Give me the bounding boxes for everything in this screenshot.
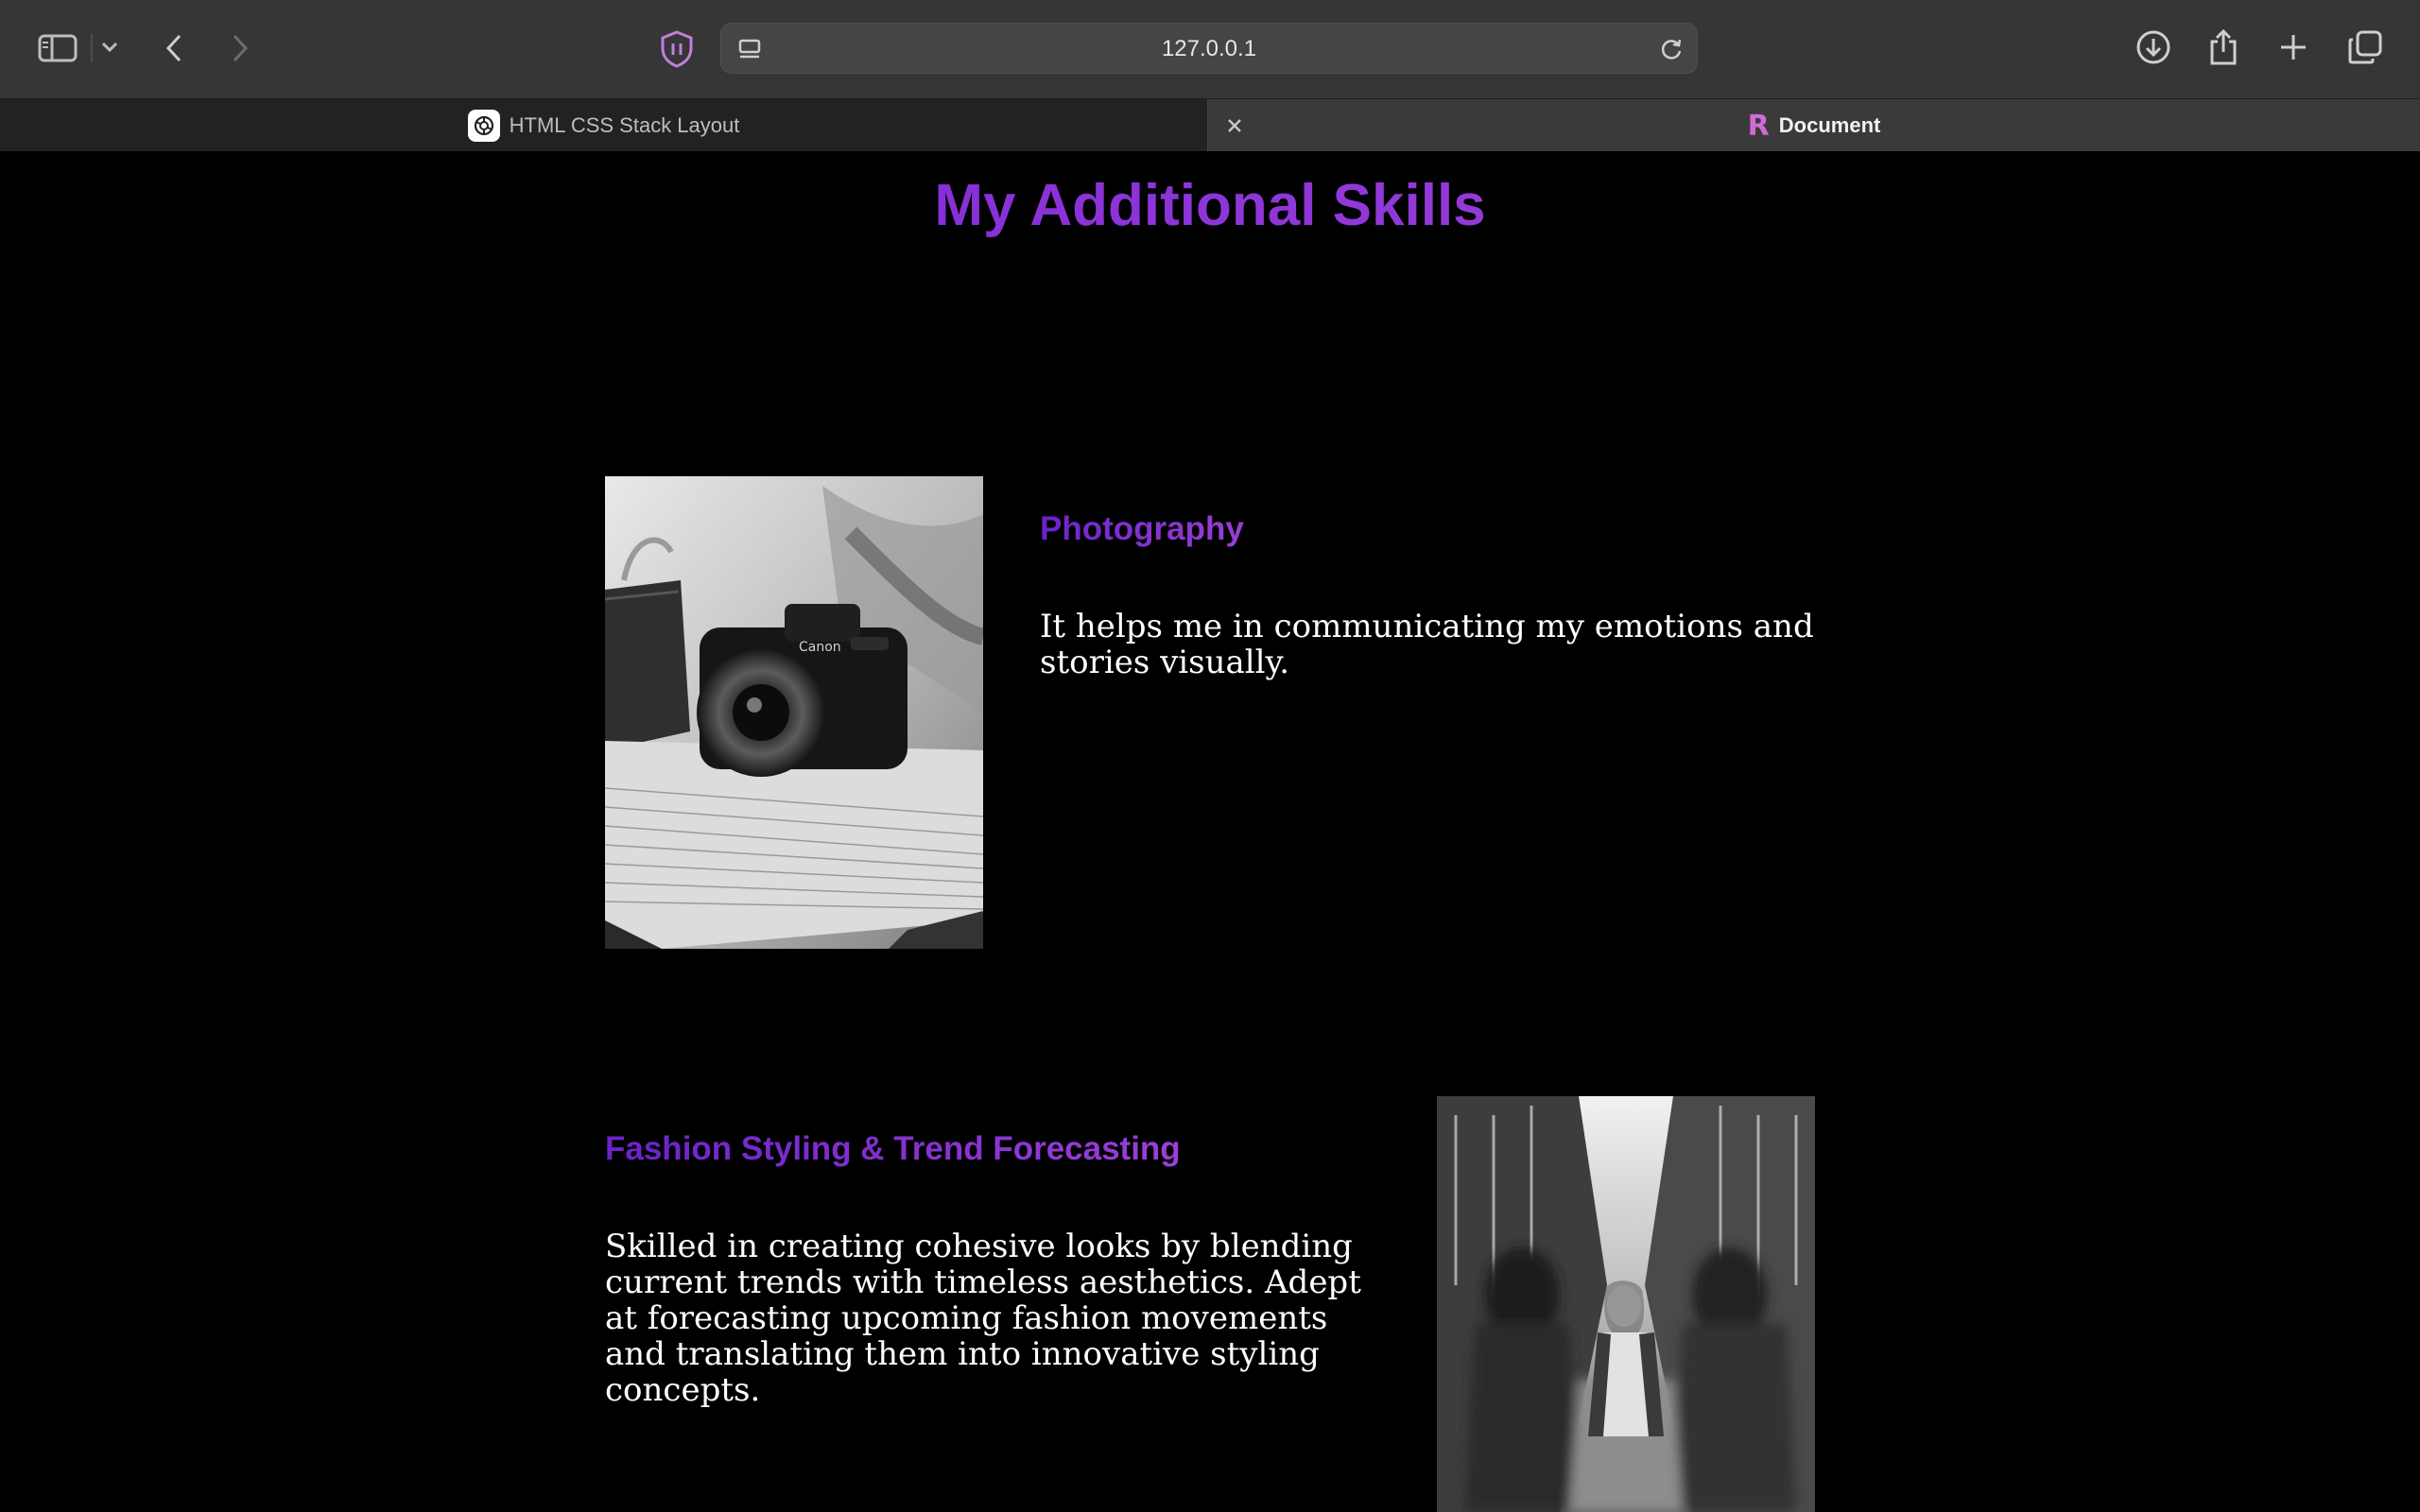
svg-text:Canon: Canon [799, 640, 841, 655]
browser-toolbar: 127.0.0.1 [0, 0, 2420, 98]
camera-on-magazines-photo: Canon [605, 476, 983, 949]
page-title: My Additional Skills [0, 172, 2420, 239]
tab-bar: HTML CSS Stack Layout R Document [0, 98, 2420, 152]
tab-html-css-stack-layout[interactable]: HTML CSS Stack Layout [0, 99, 1208, 152]
close-tab-icon[interactable] [1219, 111, 1250, 141]
skill-heading-fashion: Fashion Styling & Trend Forecasting [605, 1130, 1181, 1167]
chatgpt-favicon-icon [467, 110, 500, 142]
tab-title: Document [1778, 113, 1881, 137]
chevron-down-icon[interactable] [98, 36, 121, 59]
crowd-motion-blur-photo [1437, 1096, 1815, 1512]
skill-heading-photography: Photography [1040, 510, 1244, 547]
toolbar-divider [91, 34, 93, 62]
reload-icon[interactable] [1657, 35, 1685, 63]
tab-title: HTML CSS Stack Layout [509, 113, 740, 137]
forward-icon[interactable] [225, 30, 255, 66]
url-text[interactable]: 127.0.0.1 [721, 24, 1697, 75]
address-bar[interactable]: 127.0.0.1 [720, 23, 1698, 74]
download-icon[interactable] [2135, 28, 2172, 66]
new-tab-icon[interactable] [2276, 30, 2310, 64]
document-favicon-icon: R [1747, 109, 1770, 143]
sidebar-toggle-icon[interactable] [36, 32, 79, 64]
tab-overview-icon[interactable] [2346, 28, 2384, 66]
privacy-shield-icon[interactable] [658, 28, 696, 70]
back-icon[interactable] [159, 30, 189, 66]
page-content: My Additional Skills Canon Photography I… [0, 151, 2420, 1512]
share-icon[interactable] [2206, 26, 2240, 68]
skill-description-photography: It helps me in communicating my emotions… [1040, 608, 1814, 681]
tab-document[interactable]: R Document [1208, 99, 2420, 152]
skill-description-fashion: Skilled in creating cohesive looks by bl… [605, 1228, 1361, 1409]
